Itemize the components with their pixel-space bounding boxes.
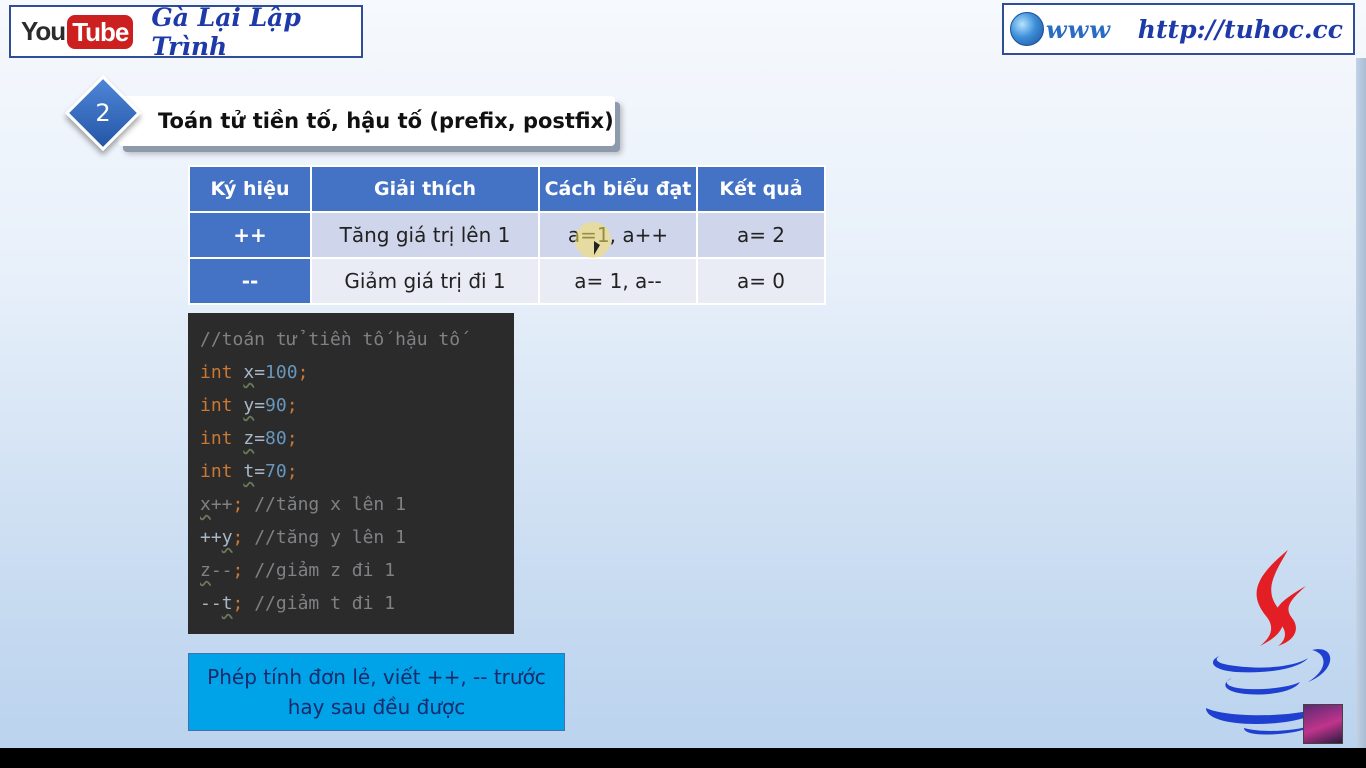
www-label: www	[1046, 14, 1111, 44]
op-comment: //giảm t đi 1	[254, 593, 396, 614]
presenter-avatar	[1303, 704, 1343, 744]
header-symbol: Ký hiệu	[188, 165, 312, 213]
keyword-int: int	[200, 461, 233, 482]
semicolon: ;	[232, 494, 244, 515]
header-result: Kết quả	[696, 165, 826, 213]
note-line-2: hay sau đều được	[287, 695, 466, 719]
assign-op: =	[254, 461, 266, 482]
header-expression: Cách biểu đạt	[538, 165, 698, 213]
mouse-cursor-icon	[594, 241, 600, 255]
semicolon: ;	[286, 461, 298, 482]
youtube-channel-banner: You Tube Gà Lại Lập Trình	[9, 2, 363, 61]
code-line-op: --t; //giảm t đi 1	[200, 590, 514, 623]
cell-expression: a= 1, a--	[538, 257, 698, 305]
code-line-decl: int z=80;	[200, 425, 514, 458]
cell-symbol: ++	[188, 211, 312, 259]
semicolon: ;	[297, 362, 309, 383]
keyword-int: int	[200, 395, 233, 416]
code-line-op: z--; //giảm z đi 1	[200, 557, 514, 590]
prefix-op: ++	[200, 527, 222, 548]
op-var: t	[221, 593, 233, 614]
cursor-highlight	[575, 222, 611, 258]
youtube-logo: You Tube	[21, 14, 134, 49]
op-comment: //tăng x lên 1	[254, 494, 406, 515]
code-line-decl: int x=100;	[200, 359, 514, 392]
note-line-1: Phép tính đơn lẻ, viết ++, -- trước	[207, 665, 546, 689]
semicolon: ;	[232, 527, 244, 548]
semicolon: ;	[286, 428, 298, 449]
www-badge: www	[1010, 12, 1111, 46]
cell-explain: Tăng giá trị lên 1	[310, 211, 540, 259]
semicolon: ;	[232, 560, 244, 581]
keyword-int: int	[200, 362, 233, 383]
op-comment: //tăng y lên 1	[254, 527, 406, 548]
semicolon: ;	[232, 593, 244, 614]
slide-edge	[1356, 58, 1366, 748]
youtube-logo-you: You	[21, 16, 66, 46]
assign-op: =	[254, 395, 266, 416]
postfix-op: --	[210, 560, 233, 581]
operator-table: Ký hiệu Giải thích Cách biểu đạt Kết quả…	[188, 165, 826, 305]
code-line-op: x++; //tăng x lên 1	[200, 491, 514, 524]
var-name: t	[243, 461, 255, 482]
table-row: -- Giảm giá trị đi 1 a= 1, a-- a= 0	[188, 257, 826, 305]
keyword-int: int	[200, 428, 233, 449]
note-text: Phép tính đơn lẻ, viết ++, -- trước hay …	[207, 662, 546, 722]
cell-expression: a=1, a++	[538, 211, 698, 259]
cell-symbol: --	[188, 257, 312, 305]
assign-op: =	[254, 362, 266, 383]
section-title-bar: Toán tử tiền tố, hậu tố (prefix, postfix…	[118, 96, 615, 146]
table-header-row: Ký hiệu Giải thích Cách biểu đạt Kết quả	[188, 165, 826, 213]
cell-result: a= 0	[696, 257, 826, 305]
var-name: z	[243, 428, 255, 449]
code-panel: //toán tử tiền tố hậu tố int x=100; int …	[188, 313, 514, 634]
var-name: y	[243, 395, 255, 416]
cell-result: a= 2	[696, 211, 826, 259]
code-line-op: ++y; //tăng y lên 1	[200, 524, 514, 557]
table-row: ++ Tăng giá trị lên 1 a=1, a++ a= 2	[188, 211, 826, 259]
section-number: 2	[95, 99, 111, 127]
note-box: Phép tính đơn lẻ, viết ++, -- trước hay …	[188, 653, 565, 731]
cell-explain: Giảm giá trị đi 1	[310, 257, 540, 305]
code-line-decl: int y=90;	[200, 392, 514, 425]
var-value: 70	[265, 461, 287, 482]
code-line-comment: //toán tử tiền tố hậu tố	[200, 326, 514, 359]
var-value: 90	[265, 395, 287, 416]
globe-icon	[1010, 12, 1044, 46]
header-explain: Giải thích	[310, 165, 540, 213]
semicolon: ;	[286, 395, 298, 416]
code-line-decl: int t=70;	[200, 458, 514, 491]
op-var: y	[221, 527, 233, 548]
website-banner: www http://tuhoc.cc	[1002, 3, 1355, 55]
youtube-logo-tube: Tube	[67, 14, 134, 49]
prefix-op: --	[200, 593, 222, 614]
section-title: Toán tử tiền tố, hậu tố (prefix, postfix…	[158, 109, 614, 133]
video-bottom-bar	[0, 748, 1366, 768]
var-value: 80	[265, 428, 287, 449]
postfix-op: ++	[210, 494, 233, 515]
site-url: http://tuhoc.cc	[1137, 14, 1343, 44]
op-var: z	[200, 560, 211, 581]
assign-op: =	[254, 428, 266, 449]
op-comment: //giảm z đi 1	[254, 560, 396, 581]
var-value: 100	[265, 362, 298, 383]
var-name: x	[243, 362, 255, 383]
channel-name: Gà Lại Lập Trình	[151, 2, 301, 61]
code-comment: //toán tử tiền tố hậu tố	[200, 329, 461, 350]
op-var: x	[200, 494, 211, 515]
